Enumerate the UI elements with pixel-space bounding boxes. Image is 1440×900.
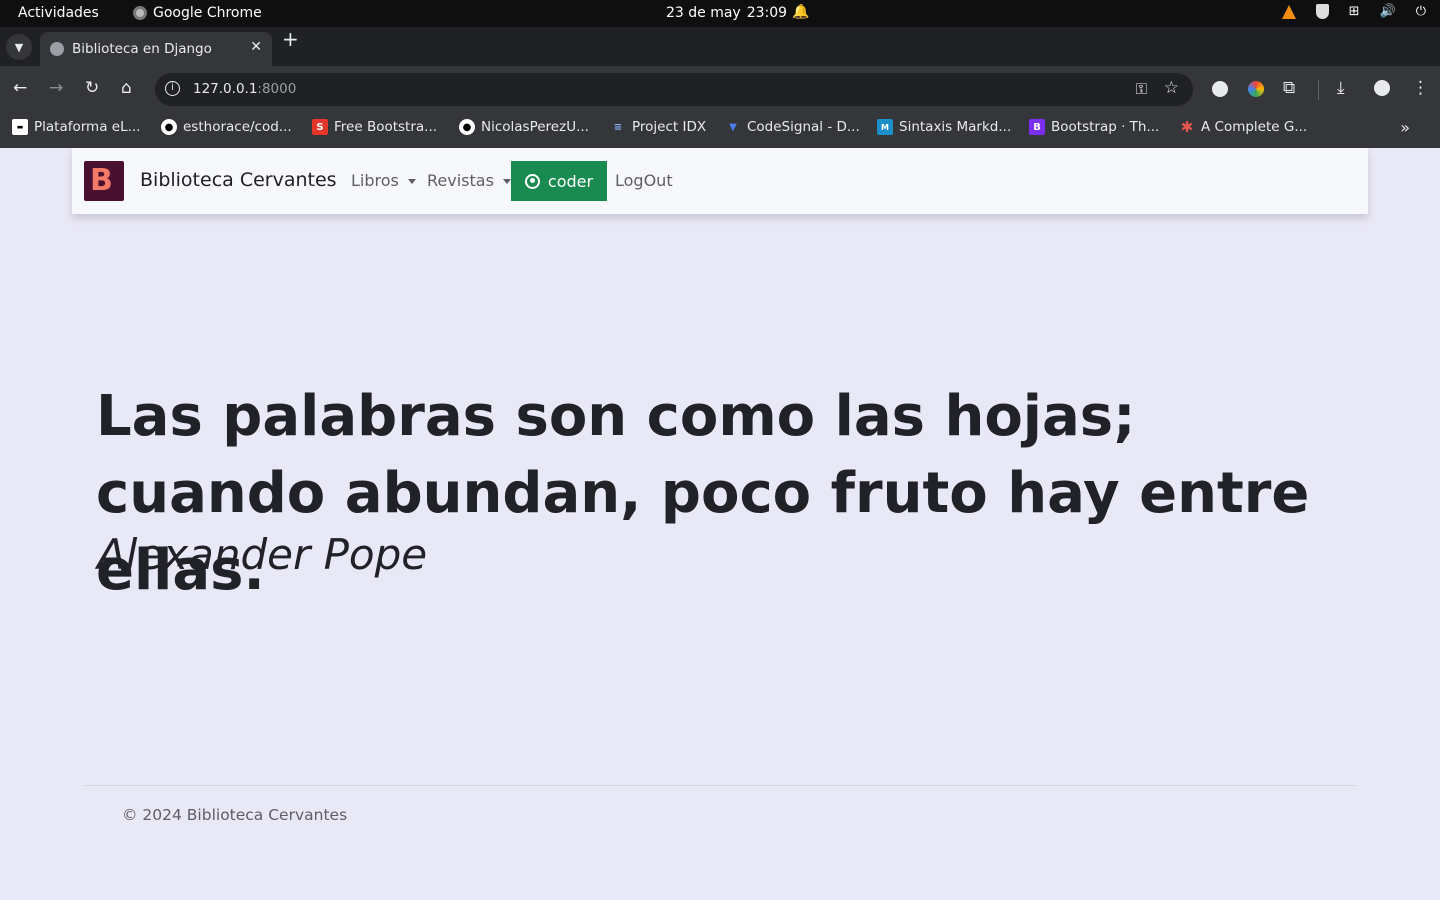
bookmark-item[interactable]: ✱ A Complete G...	[1179, 118, 1308, 136]
os-top-bar: Actividades Google Chrome 23 de may 23:0…	[0, 0, 1440, 27]
bookmark-item[interactable]: B Bootstrap · Th...	[1029, 119, 1159, 135]
revistas-label: Revistas	[427, 171, 494, 190]
bootstrap-icon: B	[1029, 119, 1045, 135]
url-text[interactable]: 127.0.0.1:8000	[193, 81, 296, 97]
codesignal-icon: ▼	[729, 121, 737, 133]
info-icon[interactable]: i	[165, 81, 180, 96]
libros-label: Libros	[351, 171, 399, 190]
markdown-icon: M	[877, 119, 893, 135]
url-port: :8000	[257, 81, 297, 97]
download-icon[interactable]: ⤓	[1337, 78, 1345, 98]
bookmark-item[interactable]: S Free Bootstra...	[312, 119, 437, 135]
power-icon[interactable]: ⏻	[1416, 4, 1426, 19]
bookmark-label: NicolasPerezU...	[481, 119, 589, 135]
back-icon[interactable]: ←	[13, 78, 27, 98]
tab-active[interactable]: Biblioteca en Django ✕	[40, 32, 272, 66]
libros-dropdown[interactable]: Libros	[351, 171, 416, 190]
toolbar-divider	[1318, 80, 1319, 100]
bookmark-label: esthorace/cod...	[183, 119, 292, 135]
vlc-icon[interactable]	[1281, 4, 1296, 19]
quote-author: Alexander Pope	[97, 530, 428, 579]
bookmark-label: Plataforma eL...	[34, 119, 141, 135]
reload-icon[interactable]: ↻	[85, 78, 99, 98]
asterisk-icon: ✱	[1180, 118, 1194, 136]
new-tab-button[interactable]: +	[282, 27, 299, 51]
clock-date: 23 de may	[666, 5, 741, 21]
chevron-down-icon: ▼	[14, 40, 24, 54]
github-icon: ●	[459, 119, 475, 135]
profile-icon[interactable]	[1374, 80, 1390, 96]
bookmark-label: Project IDX	[632, 119, 707, 135]
puzzle-icon[interactable]: ⧉	[1283, 78, 1295, 98]
globe-icon	[50, 42, 64, 56]
volume-icon[interactable]: 🔊	[1380, 4, 1396, 19]
browser-toolbar: ← → ↻ ⌂ i 127.0.0.1:8000 ⚿ ☆ ⧉ ⤓ ⋮	[0, 66, 1440, 112]
bookmark-item[interactable]: ▬ Plataforma eL...	[12, 119, 140, 135]
tab-title: Biblioteca en Django	[72, 41, 212, 57]
bookmark-label: Free Bootstra...	[334, 119, 438, 135]
revistas-dropdown[interactable]: Revistas	[427, 171, 511, 190]
activities-button[interactable]: Actividades	[18, 5, 99, 21]
bookmark-item[interactable]: ● NicolasPerezU...	[459, 119, 589, 135]
app-menu[interactable]: Google Chrome	[133, 5, 262, 21]
chrome-icon	[133, 6, 147, 20]
color-extension-icon[interactable]	[1248, 81, 1264, 97]
address-bar[interactable]: i 127.0.0.1:8000 ⚿ ☆	[155, 73, 1193, 106]
forward-icon[interactable]: →	[49, 78, 63, 98]
bookmark-item[interactable]: ≡ Project IDX	[610, 119, 706, 135]
logo[interactable]: B	[84, 161, 124, 201]
url-host: 127.0.0.1	[193, 81, 258, 97]
bookmark-item[interactable]: ● esthorace/cod...	[161, 119, 292, 135]
home-icon[interactable]: ⌂	[121, 78, 132, 98]
caret-down-icon	[407, 179, 416, 184]
clock[interactable]: 23 de may 23:09	[666, 5, 787, 21]
github-icon: ●	[161, 119, 177, 135]
caret-down-icon	[502, 179, 511, 184]
idx-icon: ≡	[613, 121, 623, 133]
page-icon: ▬	[12, 119, 28, 135]
network-icon[interactable]: ⊞	[1349, 4, 1360, 19]
extension-icon[interactable]	[1212, 81, 1228, 97]
bell-icon[interactable]: 🔔	[792, 4, 809, 20]
system-tray[interactable]: ⊞ 🔊 ⏻	[1281, 4, 1426, 19]
shield-icon[interactable]	[1315, 4, 1329, 19]
bookmarks-bar: ▬ Plataforma eL... ● esthorace/cod... S …	[0, 112, 1440, 148]
app-name: Google Chrome	[153, 5, 262, 21]
footer-divider	[84, 785, 1356, 786]
bookmark-item[interactable]: M Sintaxis Markd...	[877, 119, 1011, 135]
menu-icon[interactable]: ⋮	[1412, 78, 1429, 98]
bookmark-label: A Complete G...	[1201, 119, 1308, 135]
key-icon[interactable]: ⚿	[1136, 80, 1147, 98]
brand-name[interactable]: Biblioteca Cervantes	[140, 169, 337, 191]
user-circle-icon	[524, 173, 540, 189]
logout-link[interactable]: LogOut	[615, 171, 673, 190]
bookmark-label: Bootstrap · Th...	[1051, 119, 1160, 135]
bookmark-label: CodeSignal - D...	[747, 119, 860, 135]
close-icon[interactable]: ✕	[250, 39, 262, 55]
clock-time: 23:09	[746, 5, 788, 21]
bookmark-label: Sintaxis Markd...	[899, 119, 1012, 135]
footer-copyright: © 2024 Biblioteca Cervantes	[122, 806, 348, 824]
bookmark-item[interactable]: ▼ CodeSignal - D...	[725, 119, 860, 135]
user-label: coder	[547, 171, 594, 191]
tab-search-button[interactable]: ▼	[6, 34, 32, 60]
logo-letter: B	[90, 163, 113, 198]
more-bookmarks-icon[interactable]: »	[1400, 118, 1410, 137]
s-icon: S	[312, 119, 328, 135]
user-button[interactable]: coder	[511, 161, 607, 201]
star-icon[interactable]: ☆	[1164, 78, 1179, 98]
tab-strip: ▼ Biblioteca en Django ✕ +	[0, 27, 1440, 66]
site-navbar: B Biblioteca Cervantes Libros Revistas c…	[72, 148, 1368, 214]
